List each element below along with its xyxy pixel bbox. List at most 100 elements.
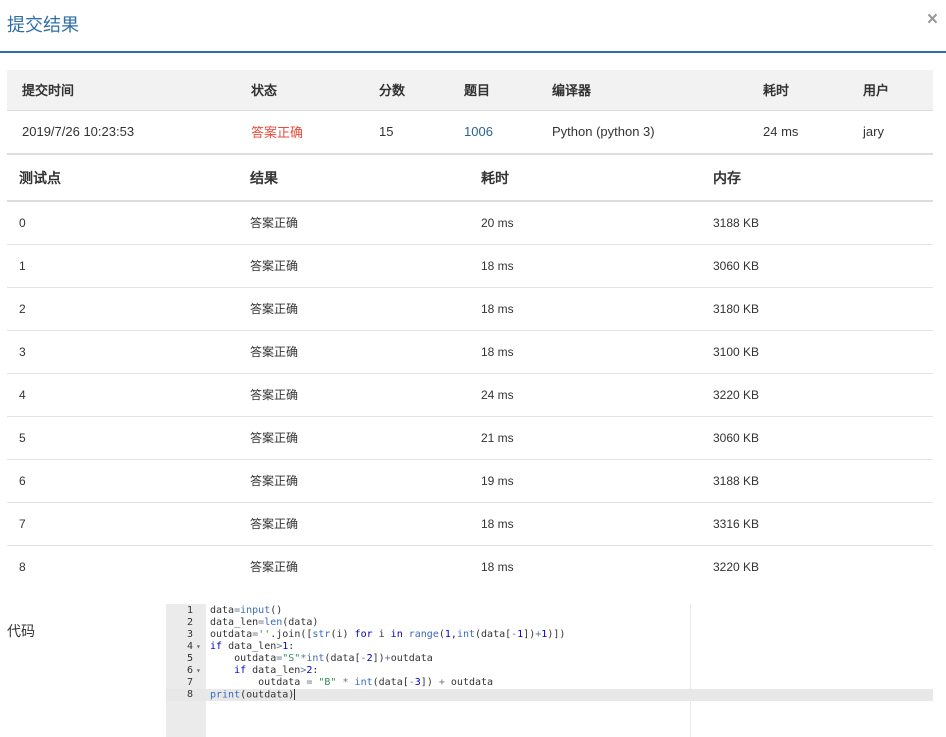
case-id: 4 bbox=[7, 373, 238, 417]
code-line[interactable]: 2 data_len=len(data) bbox=[166, 617, 933, 629]
header-elapsed: 耗时 bbox=[748, 70, 848, 111]
case-time: 24 ms bbox=[469, 373, 701, 417]
case-result: 答案正确 bbox=[238, 459, 469, 503]
case-time: 20 ms bbox=[469, 201, 701, 245]
case-id: 0 bbox=[7, 201, 238, 245]
case-time: 18 ms bbox=[469, 244, 701, 288]
header-result: 结果 bbox=[238, 155, 469, 202]
fold-toggle-icon[interactable]: ▾ bbox=[196, 665, 201, 677]
code-editor[interactable]: 1 data=input() 2 data_len=len(data) 3 outdata… bbox=[166, 604, 933, 737]
line-number: 7 bbox=[186, 677, 193, 688]
code-line[interactable]: 5 outdata="S"*int(data[-2])+outdata bbox=[166, 653, 933, 665]
case-result: 答案正确 bbox=[238, 201, 469, 245]
line-number: 1 bbox=[186, 605, 193, 616]
case-memory: 3100 KB bbox=[701, 330, 933, 374]
modal-header: 提交结果 × bbox=[0, 0, 946, 53]
status-badge: 答案正确 bbox=[236, 110, 364, 155]
case-memory: 3220 KB bbox=[701, 373, 933, 417]
compiler-value: Python (python 3) bbox=[537, 110, 748, 155]
case-id: 3 bbox=[7, 330, 238, 374]
code-line[interactable]: 1 data=input() bbox=[166, 605, 933, 617]
summary-header-row: 提交时间 状态 分数 题目 编译器 耗时 用户 bbox=[7, 70, 933, 111]
table-row: 3 答案正确 18 ms 3100 KB bbox=[7, 330, 933, 374]
table-row: 5 答案正确 21 ms 3060 KB bbox=[7, 416, 933, 460]
case-time: 18 ms bbox=[469, 502, 701, 546]
header-compiler: 编译器 bbox=[537, 70, 748, 111]
header-submit-time: 提交时间 bbox=[7, 70, 236, 111]
case-memory: 3220 KB bbox=[713, 559, 760, 574]
code-text: if data_len>2: bbox=[234, 665, 319, 676]
text-cursor bbox=[294, 689, 296, 700]
code-line[interactable]: 8 print(outdata) bbox=[166, 689, 933, 701]
code-text: if data_len>1: bbox=[210, 641, 295, 652]
case-result: 答案正确 bbox=[238, 373, 469, 417]
code-text: data_len=len(data) bbox=[210, 617, 319, 628]
code-line[interactable]: 3 outdata=''.join([str(i) for i in range(… bbox=[166, 629, 933, 641]
case-id: 2 bbox=[7, 287, 238, 331]
table-row: 1 答案正确 18 ms 3060 KB bbox=[7, 244, 933, 288]
case-memory: 3316 KB bbox=[701, 502, 933, 546]
user-value: jary bbox=[848, 110, 933, 155]
submit-time: 2019/7/26 10:23:53 bbox=[7, 110, 236, 155]
case-time: 18 ms bbox=[481, 559, 514, 574]
line-number: 3 bbox=[186, 629, 193, 640]
case-result: 答案正确 bbox=[238, 502, 469, 546]
test-cases-table: 测试点 结果 耗时 内存 0 答案正确 20 ms 3188 KB 1 答案正确 18 m… bbox=[7, 155, 933, 588]
elapsed-value: 24 ms bbox=[748, 110, 848, 155]
header-memory: 内存 bbox=[701, 155, 933, 202]
score-value: 15 bbox=[364, 110, 449, 155]
case-memory: 3060 KB bbox=[701, 416, 933, 460]
code-text: outdata=''.join([str(i) for i in range(1… bbox=[210, 629, 566, 640]
case-memory: 3188 KB bbox=[701, 201, 933, 245]
code-line[interactable]: 6 ▾ if data_len>2: bbox=[166, 665, 933, 677]
close-button[interactable]: × bbox=[927, 10, 938, 30]
cases-header-row: 测试点 结果 耗时 内存 bbox=[7, 155, 933, 202]
submission-summary-table: 提交时间 状态 分数 题目 编译器 耗时 用户 2019/7/26 10:23:… bbox=[7, 70, 933, 155]
header-problem: 题目 bbox=[449, 70, 537, 111]
table-row: 6 答案正确 19 ms 3188 KB bbox=[7, 459, 933, 503]
case-time: 18 ms bbox=[469, 330, 701, 374]
code-line[interactable]: 7 outdata = "B" * int(data[-3]) + outdat… bbox=[166, 677, 933, 689]
table-row: 4 答案正确 24 ms 3220 KB bbox=[7, 373, 933, 417]
case-id: 6 bbox=[7, 459, 238, 503]
problem-link[interactable]: 1006 bbox=[449, 110, 537, 155]
code-text: outdata = "B" * int(data[-3]) + outdata bbox=[210, 677, 494, 688]
header-time: 耗时 bbox=[469, 155, 701, 202]
line-number: 5 bbox=[186, 653, 193, 664]
case-result: 答案正确 bbox=[238, 244, 469, 288]
case-id: 1 bbox=[7, 244, 238, 288]
case-id: 7 bbox=[7, 502, 238, 546]
case-result: 答案正确 bbox=[250, 560, 299, 575]
header-score: 分数 bbox=[364, 70, 449, 111]
case-memory: 3188 KB bbox=[701, 459, 933, 503]
code-text: data=input() bbox=[210, 605, 283, 616]
modal-title: 提交结果 bbox=[7, 15, 79, 35]
case-memory: 3180 KB bbox=[701, 287, 933, 331]
case-memory: 3060 KB bbox=[701, 244, 933, 288]
fold-toggle-icon[interactable]: ▾ bbox=[196, 641, 201, 653]
summary-row: 2019/7/26 10:23:53 答案正确 15 1006 Python (… bbox=[7, 110, 933, 155]
header-test-case: 测试点 bbox=[7, 155, 238, 202]
header-user: 用户 bbox=[848, 70, 933, 111]
case-result: 答案正确 bbox=[238, 287, 469, 331]
line-number: 2 bbox=[186, 617, 193, 628]
line-number: 6 bbox=[186, 665, 193, 676]
table-row: 0 答案正确 20 ms 3188 KB bbox=[7, 201, 933, 245]
table-row: 7 答案正确 18 ms 3316 KB bbox=[7, 502, 933, 546]
case-result: 答案正确 bbox=[238, 416, 469, 460]
table-row: 8 答案正确 18 ms 3220 KB bbox=[7, 545, 933, 588]
code-label: 代码 bbox=[7, 623, 35, 639]
table-row: 2 答案正确 18 ms 3180 KB bbox=[7, 287, 933, 331]
code-text: print(outdata) bbox=[210, 689, 296, 701]
header-status: 状态 bbox=[236, 70, 364, 111]
case-time: 21 ms bbox=[469, 416, 701, 460]
case-time: 18 ms bbox=[469, 287, 701, 331]
code-line[interactable]: 4 ▾ if data_len>1: bbox=[166, 641, 933, 653]
code-text: outdata="S"*int(data[-2])+outdata bbox=[210, 653, 433, 664]
case-id: 5 bbox=[7, 416, 238, 460]
line-number: 8 bbox=[186, 689, 193, 700]
line-number: 4 bbox=[186, 641, 193, 652]
case-time: 19 ms bbox=[469, 459, 701, 503]
case-id: 8 bbox=[19, 559, 26, 574]
case-result: 答案正确 bbox=[238, 330, 469, 374]
